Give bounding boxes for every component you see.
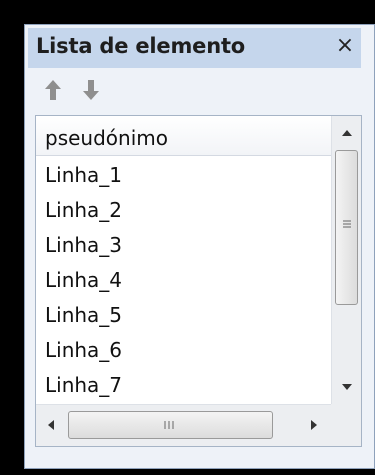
vertical-scrollbar[interactable] xyxy=(331,116,361,404)
scroll-up-arrow-icon xyxy=(342,130,352,136)
scrollbar-corner xyxy=(331,404,361,446)
scroll-left-button[interactable] xyxy=(38,411,66,439)
list-rows: Linha_1 Linha_2 Linha_3 Linha_4 Linha_5 … xyxy=(36,158,331,404)
column-header-label: pseudónimo xyxy=(45,126,168,150)
move-up-button[interactable] xyxy=(39,76,67,104)
scroll-right-arrow-icon xyxy=(311,420,317,430)
list-item[interactable]: Linha_6 xyxy=(36,333,331,368)
list-item[interactable]: Linha_4 xyxy=(36,263,331,298)
list-item[interactable]: Linha_7 xyxy=(36,368,331,403)
arrow-down-icon xyxy=(83,80,99,100)
list-item[interactable]: Linha_5 xyxy=(36,298,331,333)
scroll-right-button[interactable] xyxy=(299,411,327,439)
panel-title: Lista de elemento xyxy=(36,34,246,58)
move-down-button[interactable] xyxy=(77,76,105,104)
element-listbox: pseudónimo Linha_1 Linha_2 Linha_3 Linha… xyxy=(35,115,362,447)
grip-icon xyxy=(164,421,174,429)
horizontal-scrollbar[interactable] xyxy=(36,404,331,446)
vertical-scroll-thumb[interactable] xyxy=(335,150,358,305)
grip-icon xyxy=(343,220,351,228)
scroll-down-button[interactable] xyxy=(332,372,361,402)
list-item[interactable]: Linha_2 xyxy=(36,193,331,228)
element-list-panel: Lista de elemento × pseudónimo Linha_1 L… xyxy=(24,24,375,469)
arrow-up-icon xyxy=(45,80,61,100)
scroll-up-button[interactable] xyxy=(332,118,361,148)
close-button[interactable]: × xyxy=(331,32,359,60)
scroll-down-arrow-icon xyxy=(342,384,352,390)
horizontal-scroll-thumb[interactable] xyxy=(68,411,273,439)
list-item[interactable]: Linha_3 xyxy=(36,228,331,263)
scroll-left-arrow-icon xyxy=(48,420,54,430)
panel-titlebar: Lista de elemento × xyxy=(28,28,361,68)
list-item[interactable]: Linha_1 xyxy=(36,158,331,193)
panel-toolbar xyxy=(25,70,375,110)
column-header-alias[interactable]: pseudónimo xyxy=(36,116,331,156)
